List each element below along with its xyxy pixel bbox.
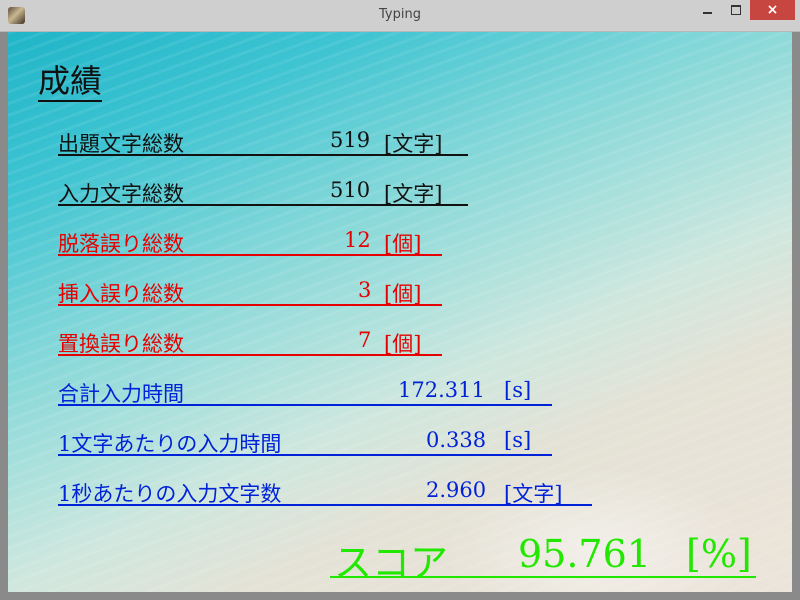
row-underline xyxy=(58,504,592,506)
row-underline xyxy=(58,304,442,306)
stat-value: 7 xyxy=(358,328,372,352)
maximize-button[interactable] xyxy=(722,0,749,20)
row-underline xyxy=(58,154,468,156)
stat-value: 510 xyxy=(330,178,371,202)
row-underline xyxy=(58,404,552,406)
score-underline xyxy=(330,576,756,578)
stat-value: 172.311 xyxy=(398,378,485,402)
score-row: スコア 95.761 [%] xyxy=(330,532,756,585)
row-underline xyxy=(58,204,468,206)
minimize-button[interactable] xyxy=(694,0,721,20)
stat-value: 2.960 xyxy=(426,478,487,502)
stat-value: 0.338 xyxy=(426,428,487,452)
row-underline xyxy=(58,354,442,356)
close-button[interactable]: × xyxy=(750,0,795,20)
window-title: Typing xyxy=(379,7,421,22)
stat-value: 12 xyxy=(344,228,371,252)
results-panel: 成績 出題文字総数 519 [文字] 入力文字総数 510 [文字] 脱落誤り総… xyxy=(8,32,792,592)
stat-value: 519 xyxy=(330,128,371,152)
row-underline xyxy=(58,254,442,256)
page-title: 成績 xyxy=(38,62,103,102)
score-value: 95.761 xyxy=(518,532,651,576)
title-bar: Typing × xyxy=(0,0,800,32)
stat-unit: [s] xyxy=(504,428,532,452)
stat-value: 3 xyxy=(358,278,372,302)
row-underline xyxy=(58,454,552,456)
stat-unit: [s] xyxy=(504,378,532,402)
score-unit: [%] xyxy=(686,532,752,576)
score-label: スコア xyxy=(334,541,449,585)
